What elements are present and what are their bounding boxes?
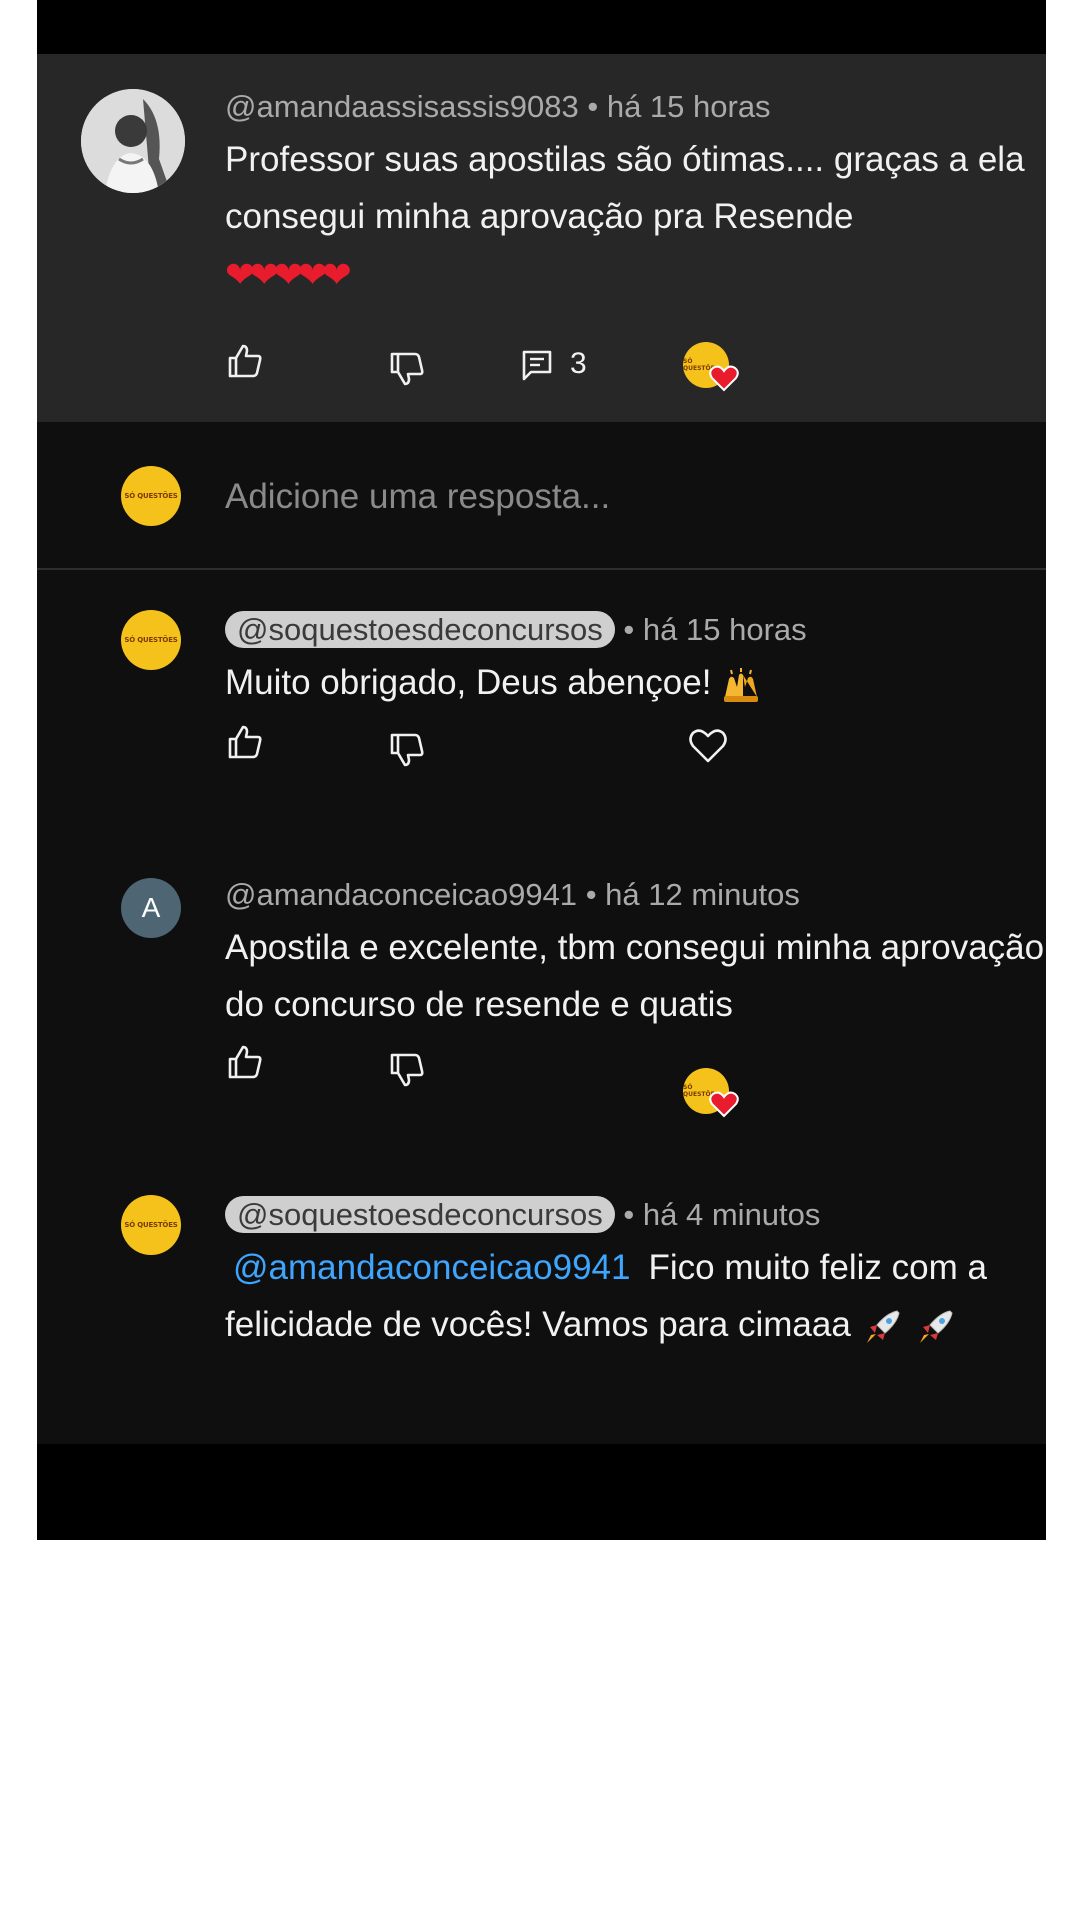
replies-list: SÓ QUESTÕES @soquestoesdeconcursos • há … xyxy=(37,570,1046,1444)
like-button[interactable] xyxy=(223,720,267,764)
channel-avatar[interactable]: SÓ QUESTÕES xyxy=(121,1195,181,1255)
comment-author[interactable]: @amandaassisassis9083 xyxy=(225,89,579,124)
reply-text: Muito obrigado, Deus abençoe! xyxy=(225,654,1045,711)
creator-heart: SÓ QUESTÕES xyxy=(683,1068,749,1128)
raising-hands-icon xyxy=(724,667,759,702)
channel-handle-badge[interactable]: @soquestoesdeconcursos xyxy=(225,611,615,648)
like-icon xyxy=(228,1045,262,1079)
replies-icon xyxy=(522,350,552,381)
like-button[interactable] xyxy=(223,339,267,383)
reply-input-area: SÓ QUESTÕES Adicione uma resposta... xyxy=(37,422,1046,570)
creator-heart: SÓ QUESTÕES xyxy=(683,342,749,402)
channel-avatar: SÓ QUESTÕES xyxy=(121,466,181,526)
meta-separator: • xyxy=(623,612,635,647)
dislike-icon xyxy=(390,352,424,386)
dislike-button[interactable] xyxy=(385,1048,429,1092)
reply-count: 3 xyxy=(570,347,587,380)
reply-time[interactable]: há 12 minutos xyxy=(605,877,800,912)
rocket-icon xyxy=(866,1310,900,1343)
creator-heart-icon xyxy=(709,1091,739,1118)
reply-text: @amandaconceicao9941 Fico muito feliz com… xyxy=(225,1239,1045,1353)
reply-text: Apostila e excelente, tbm consegui minha… xyxy=(225,928,1045,1024)
meta-separator: • xyxy=(623,1197,635,1232)
comment-text: Professor suas apostilas são ótimas.... … xyxy=(225,140,1025,236)
like-icon xyxy=(228,725,262,759)
reply-time[interactable]: há 4 minutos xyxy=(643,1197,821,1232)
comment-meta: @amandaassisassis9083 • há 15 horas xyxy=(225,89,771,125)
user-avatar[interactable] xyxy=(81,89,185,193)
dislike-icon xyxy=(390,1053,424,1087)
dislike-icon xyxy=(390,733,424,767)
reply-input[interactable]: Adicione uma resposta... xyxy=(225,477,610,517)
dislike-button[interactable] xyxy=(385,728,429,772)
dislike-button[interactable] xyxy=(385,347,429,391)
creator-heart-icon xyxy=(709,365,739,392)
heart-emojis: ❤❤❤❤❤ xyxy=(225,254,352,295)
like-button[interactable] xyxy=(223,1040,267,1084)
reply-author[interactable]: @amandaconceicao9941 xyxy=(225,877,577,912)
meta-separator: • xyxy=(585,877,597,912)
comment-time[interactable]: há 15 horas xyxy=(607,89,771,124)
reply-meta: @soquestoesdeconcursos • há 4 minutos xyxy=(225,1196,821,1233)
replies-button[interactable] xyxy=(515,344,559,388)
reply-meta: @amandaconceicao9941 • há 12 minutos xyxy=(225,877,800,913)
avatar[interactable]: A xyxy=(121,878,181,938)
user-photo-icon xyxy=(81,89,185,193)
user-mention[interactable]: @amandaconceicao9941 xyxy=(233,1248,630,1287)
reply-meta: @soquestoesdeconcursos • há 15 horas xyxy=(225,611,807,648)
reply-time[interactable]: há 15 horas xyxy=(643,612,807,647)
rocket-icon xyxy=(920,1310,953,1343)
highlighted-comment: @amandaassisassis9083 • há 15 horas Prof… xyxy=(37,54,1046,422)
meta-separator: • xyxy=(587,89,599,124)
channel-handle-badge[interactable]: @soquestoesdeconcursos xyxy=(225,1196,615,1233)
channel-avatar[interactable]: SÓ QUESTÕES xyxy=(121,610,181,670)
heart-button[interactable] xyxy=(686,723,730,767)
like-icon xyxy=(228,344,262,378)
comments-panel: @amandaassisassis9083 • há 15 horas Prof… xyxy=(37,0,1046,1540)
heart-outline-icon xyxy=(689,729,727,763)
